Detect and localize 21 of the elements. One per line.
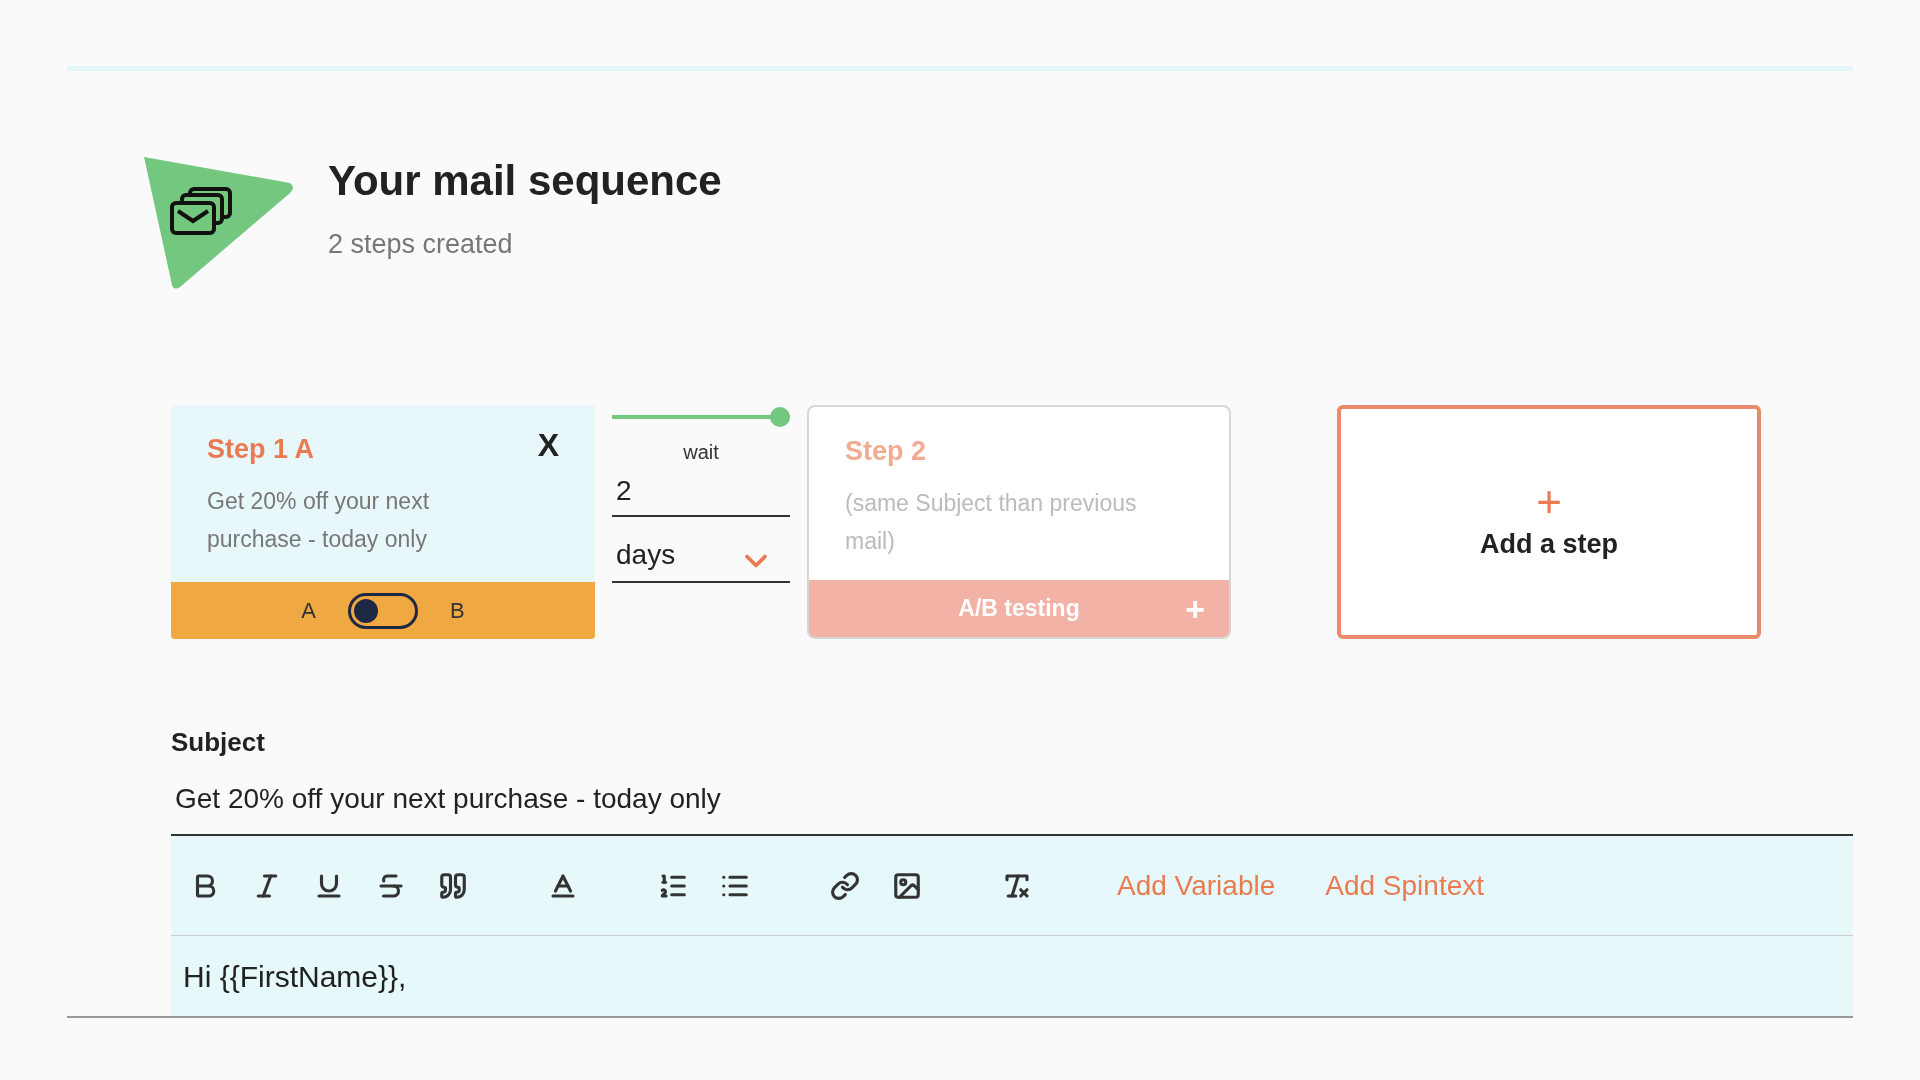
step-title: Step 1 A	[207, 433, 315, 466]
wait-slider[interactable]	[612, 405, 790, 429]
step-card[interactable]: Step 1 A X Get 20% off your next purchase - today only A B	[171, 405, 595, 639]
subject-label: Subject	[171, 726, 266, 759]
step-subject: (same Subject than previous mail)	[845, 488, 1138, 556]
variant-label: A	[301, 597, 316, 625]
wait-unit-select[interactable]: days	[612, 529, 790, 583]
plus-icon: +	[1185, 591, 1205, 626]
close-button[interactable]: X	[537, 429, 559, 461]
wait-number-field[interactable]: 2	[612, 467, 790, 517]
editor-body[interactable]: Hi {{FirstName}},	[171, 936, 1853, 1016]
variant-label: B	[450, 597, 465, 625]
page-title: Your mail sequence	[328, 156, 722, 207]
add-step-button[interactable]: + Add a step	[1337, 405, 1761, 639]
wait-label: wait	[683, 440, 719, 465]
variant-toggle[interactable]	[348, 592, 418, 629]
step-subject: Get 20% off your next purchase - today only	[207, 486, 431, 554]
plus-icon: +	[1536, 479, 1562, 524]
add-step-label: Add a step	[1480, 527, 1618, 561]
page-subtitle: 2 steps created	[328, 228, 514, 262]
step-title: Step 2	[845, 435, 927, 468]
